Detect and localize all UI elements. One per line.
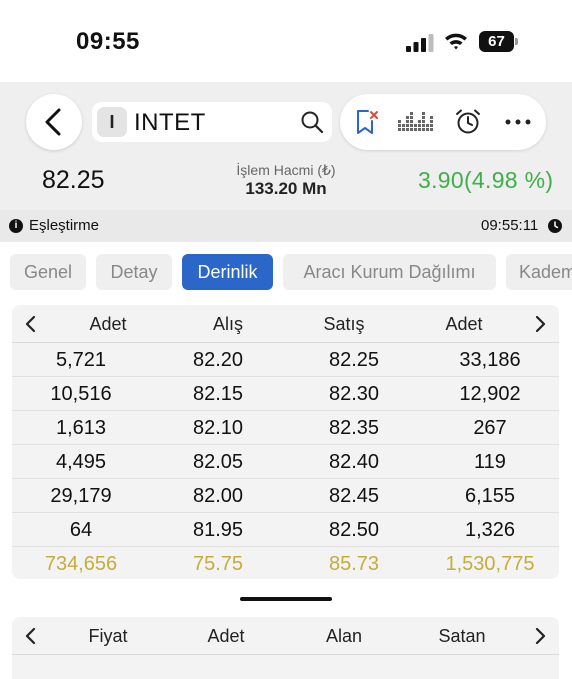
- bookmark-icon[interactable]: [352, 108, 380, 136]
- battery-level: 67: [479, 31, 514, 52]
- depth-row[interactable]: 1,613 82.10 82.35 267: [12, 411, 559, 445]
- wifi-icon: [445, 33, 467, 50]
- trades-header-qty: Adet: [207, 626, 245, 646]
- trades-header-price: Fiyat: [88, 626, 128, 646]
- bid-qty: 4,495: [55, 451, 107, 473]
- clock-icon: [548, 219, 562, 233]
- depth-table: Adet Alış Satış Adet 5,721 82.20 82.25 3…: [12, 305, 559, 579]
- status-bar: 09:55 67: [0, 0, 572, 82]
- bid-qty: 1,613: [55, 417, 107, 439]
- depth-header-ask-qty: Adet: [445, 314, 483, 334]
- bid-qty: 5,721: [55, 349, 107, 371]
- tab-genel[interactable]: Genel: [10, 254, 86, 290]
- change-value: 3.90: [418, 167, 464, 193]
- signal-icon: [406, 34, 434, 52]
- depth-header-ask: Satış: [323, 314, 365, 334]
- symbol-badge: I: [97, 107, 127, 137]
- ask-price: 82.30: [328, 383, 380, 405]
- depth-header-bid: Alış: [212, 314, 243, 334]
- bid-qty: 29,179: [50, 485, 112, 507]
- volume-value: 133.20 Mn: [245, 179, 327, 198]
- price-change: 3.90(4.98 %): [418, 167, 553, 194]
- matching-label: Eşleştirme: [29, 217, 100, 234]
- depth-row[interactable]: 29,179 82.00 82.45 6,155: [12, 479, 559, 513]
- ask-qty: 119: [474, 451, 506, 473]
- trades-table: Fiyat Adet Alan Satan: [12, 617, 559, 679]
- ask-qty: 1,326: [464, 519, 516, 541]
- ask-qty: 6,155: [464, 485, 516, 507]
- depth-total-row: 734,656 75.75 85.73 1,530,775: [12, 547, 559, 581]
- ask-price: 82.25: [328, 349, 380, 371]
- ask-price: 82.40: [328, 451, 380, 473]
- chevron-left-icon[interactable]: [24, 626, 38, 646]
- more-icon[interactable]: [504, 108, 532, 136]
- chevron-left-icon[interactable]: [24, 314, 38, 334]
- bid-price: 82.00: [192, 485, 244, 507]
- trades-header-buyer: Alan: [325, 626, 363, 646]
- depth-header-row: Adet Alış Satış Adet: [12, 305, 559, 343]
- alarm-icon[interactable]: [454, 108, 482, 136]
- chevron-right-icon[interactable]: [533, 314, 547, 334]
- tab-detay[interactable]: Detay: [96, 254, 172, 290]
- depth-header-bid-qty: Adet: [89, 314, 127, 334]
- avg-bid-price: 75.75: [192, 553, 244, 575]
- depth-row[interactable]: 64 81.95 82.50 1,326: [12, 513, 559, 547]
- total-ask-qty: 1,530,775: [445, 553, 535, 575]
- tab-araci-kurum-dagilimi[interactable]: Aracı Kurum Dağılımı: [283, 254, 496, 290]
- bid-qty: 10,516: [50, 383, 112, 405]
- ask-price: 82.45: [328, 485, 380, 507]
- toolbar: [340, 94, 546, 150]
- bid-price: 82.20: [192, 349, 244, 371]
- symbol-name: INTET: [134, 109, 206, 136]
- chevron-right-icon[interactable]: [533, 626, 547, 646]
- bid-price: 82.15: [192, 383, 244, 405]
- bid-price: 82.05: [192, 451, 244, 473]
- status-time: 09:55: [76, 28, 140, 55]
- trades-header-row: Fiyat Adet Alan Satan: [12, 617, 559, 655]
- matching-time: 09:55:11: [481, 217, 539, 234]
- trades-header-seller: Satan: [438, 626, 486, 646]
- bid-price: 82.10: [192, 417, 244, 439]
- avg-ask-price: 85.73: [328, 553, 380, 575]
- matching-bar: i Eşleştirme 09:55:11: [0, 210, 572, 242]
- ask-qty: 267: [473, 417, 507, 439]
- volume-label: İşlem Hacmi (₺): [236, 162, 336, 178]
- stock-header: I INTET 82.25 İşlem Hacmi (₺) 133.20 Mn …: [0, 82, 572, 210]
- last-price: 82.25: [42, 166, 105, 194]
- back-icon: [45, 108, 61, 136]
- battery-icon: 67: [479, 31, 519, 52]
- info-icon[interactable]: i: [9, 219, 23, 233]
- tab-bar: Genel Detay Derinlik Aracı Kurum Dağılım…: [0, 254, 572, 290]
- symbol-search-field[interactable]: I INTET: [92, 102, 332, 142]
- ask-qty: 12,902: [459, 383, 521, 405]
- depth-grid-icon[interactable]: [396, 108, 436, 136]
- change-percent: (4.98 %): [463, 167, 554, 193]
- ask-price: 82.50: [328, 519, 380, 541]
- bid-price: 81.95: [192, 519, 244, 541]
- depth-row[interactable]: 10,516 82.15 82.30 12,902: [12, 377, 559, 411]
- bid-qty: 64: [69, 519, 93, 541]
- tab-kademe[interactable]: Kademe: [506, 254, 572, 290]
- total-bid-qty: 734,656: [44, 553, 118, 575]
- ask-price: 82.35: [328, 417, 380, 439]
- back-button[interactable]: [26, 94, 82, 150]
- search-icon[interactable]: [300, 110, 324, 134]
- tab-derinlik[interactable]: Derinlik: [182, 254, 273, 290]
- depth-row[interactable]: 5,721 82.20 82.25 33,186: [12, 343, 559, 377]
- depth-row[interactable]: 4,495 82.05 82.40 119: [12, 445, 559, 479]
- page-indicator: [240, 597, 332, 601]
- ask-qty: 33,186: [459, 349, 521, 371]
